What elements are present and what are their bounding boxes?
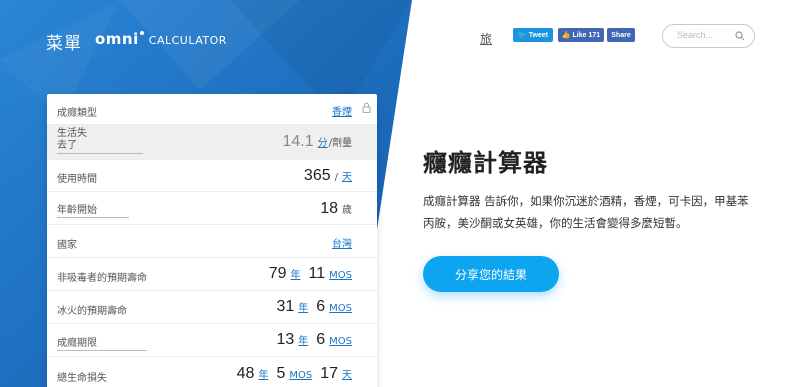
- life-lost-input[interactable]: 14.1: [282, 133, 313, 151]
- duration-months-value[interactable]: 6: [316, 331, 325, 349]
- life-lost-label-line2: 去了: [57, 140, 77, 151]
- user-months-unit[interactable]: MOS: [329, 303, 352, 314]
- non-user-months-value[interactable]: 11: [309, 265, 326, 283]
- usage-time-input[interactable]: 365: [304, 167, 331, 185]
- language-link[interactable]: 旅: [480, 30, 492, 47]
- logo-calculator-text: CALCULATOR: [148, 34, 227, 47]
- search-placeholder: Search...: [677, 30, 714, 40]
- usage-time-row: 使用時間 365 / 天: [47, 160, 377, 192]
- total-life-lost-label: 總生命損失: [57, 373, 107, 384]
- tweet-button[interactable]: 🐦 Tweet: [513, 28, 553, 42]
- user-expectancy-label: 冰火的預期壽命: [57, 306, 127, 317]
- logo-dot-icon: [139, 31, 144, 35]
- non-user-years-unit[interactable]: 年: [291, 266, 301, 281]
- country-label: 國家: [57, 240, 77, 251]
- addiction-type-label: 成癮類型: [57, 108, 97, 119]
- non-user-expectancy-label: 非吸毒者的預期壽命: [57, 273, 147, 284]
- country-row: 國家 台灣: [47, 225, 377, 258]
- non-user-years-value[interactable]: 79: [269, 265, 287, 283]
- omni-logo[interactable]: omni CALCULATOR: [95, 30, 227, 48]
- logo-omni-text: omni: [95, 30, 139, 48]
- total-years-unit[interactable]: 年: [258, 366, 268, 381]
- life-lost-unit-select[interactable]: 分: [318, 134, 328, 149]
- non-user-expectancy-row: 非吸毒者的預期壽命 79 年 11 MOS: [47, 258, 377, 291]
- country-select[interactable]: 台灣: [332, 235, 352, 250]
- tweet-label: Tweet: [528, 31, 549, 39]
- duration-years-unit[interactable]: 年: [298, 332, 308, 347]
- life-lost-label-line1: 生活失: [57, 128, 87, 139]
- total-months-value[interactable]: 5: [276, 365, 285, 383]
- total-days-unit[interactable]: 天: [342, 366, 352, 381]
- search-icon: [735, 31, 745, 41]
- life-lost-row: 生活失 去了 14.1 分 /劑量: [47, 125, 377, 160]
- user-months-value[interactable]: 6: [316, 298, 325, 316]
- non-user-months-unit[interactable]: MOS: [329, 270, 352, 281]
- search-input[interactable]: Search...: [662, 24, 755, 48]
- age-started-input[interactable]: 18: [320, 200, 338, 218]
- total-years-value[interactable]: 48: [237, 365, 255, 383]
- share-label: Share: [611, 31, 631, 39]
- total-months-unit[interactable]: MOS: [289, 370, 312, 381]
- life-lost-label: 生活失 去了: [57, 128, 143, 154]
- usage-time-unit-select[interactable]: 天: [342, 168, 352, 183]
- page-title: 癮癮計算器: [423, 148, 548, 177]
- facebook-share-button[interactable]: Share: [607, 28, 635, 42]
- addiction-type-row: 成癮類型 香煙: [47, 94, 377, 125]
- total-life-lost-row: 總生命損失 48 年 5 MOS 17 天: [47, 357, 377, 387]
- age-started-unit: 歲: [342, 205, 352, 216]
- duration-months-unit[interactable]: MOS: [329, 336, 352, 347]
- user-years-unit[interactable]: 年: [298, 299, 308, 314]
- user-years-value[interactable]: 31: [276, 298, 294, 316]
- usage-time-label: 使用時間: [57, 174, 97, 185]
- addiction-duration-label: 成癮期限: [57, 334, 147, 351]
- user-expectancy-row: 冰火的預期壽命 31 年 6 MOS: [47, 291, 377, 324]
- menu-button[interactable]: 菜單: [46, 29, 82, 54]
- page-description: 成癮計算器 告訴你，如果你沉迷於酒精，香煙，可卡因，甲基苯丙胺，美沙酮或女英雄，…: [423, 194, 749, 230]
- age-started-row: 年齡開始 18 歲: [47, 192, 377, 225]
- calculator-card: 成癮類型 香煙 生活失 去了 14.1 分 /劑量 使用時間 365 / 天 年…: [47, 94, 377, 387]
- facebook-like-button[interactable]: 👍 Like 171: [558, 28, 604, 42]
- duration-years-value[interactable]: 13: [276, 331, 294, 349]
- addiction-type-select[interactable]: 香煙: [332, 103, 352, 118]
- twitter-bird-icon: 🐦: [517, 32, 527, 39]
- thumbs-up-icon: 👍: [561, 32, 571, 39]
- age-started-label: 年齡開始: [57, 201, 129, 218]
- addiction-duration-row: 成癮期限 13 年 6 MOS: [47, 324, 377, 357]
- like-label: Like 171: [572, 31, 601, 39]
- total-days-value[interactable]: 17: [320, 365, 338, 383]
- usage-time-slash: /: [334, 172, 338, 183]
- life-lost-unit-suffix: /劑量: [328, 138, 352, 149]
- share-result-button[interactable]: 分享您的結果: [423, 256, 559, 292]
